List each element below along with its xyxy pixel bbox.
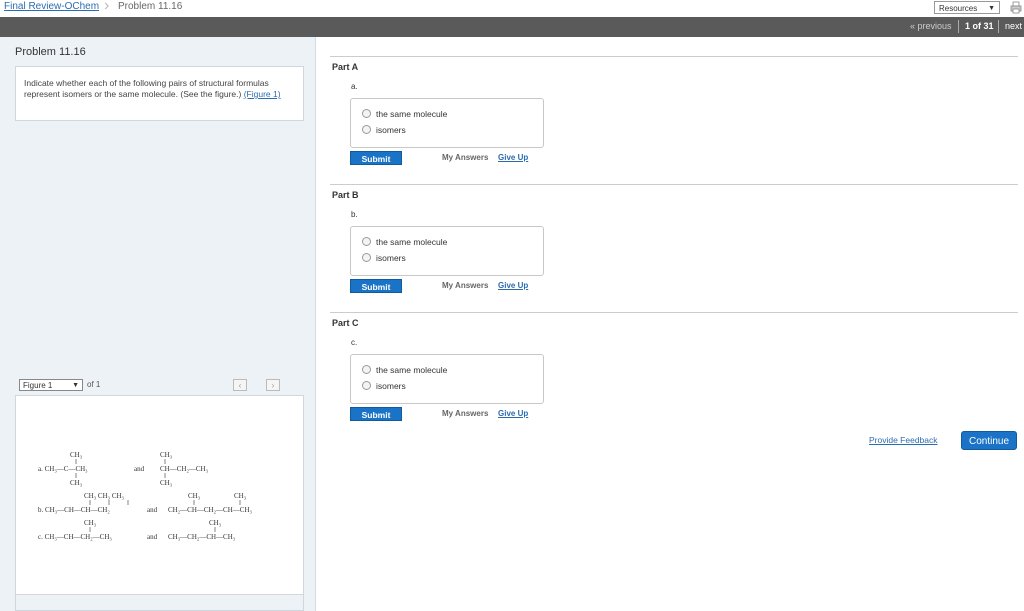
- formula-c-and: and: [147, 533, 158, 541]
- part-b-choices: the same molecule isomers: [350, 226, 544, 276]
- structural-formulas-figure: CH₃ a. CH₃—C—CH₃ CH₃ and CH₃ CH—CH₂—CH₃ …: [38, 451, 253, 541]
- radio-icon[interactable]: [362, 253, 371, 262]
- figure-select-value: Figure 1: [23, 381, 53, 390]
- radio-icon[interactable]: [362, 237, 371, 246]
- radio-icon[interactable]: [362, 125, 371, 134]
- nav-divider: [998, 20, 999, 33]
- part-b-letter: b.: [351, 210, 358, 219]
- part-a-choices: the same molecule isomers: [350, 98, 544, 148]
- item-counter: 1 of 31: [965, 21, 994, 31]
- formula-a-top-left: CH₃: [70, 451, 83, 459]
- radio-icon[interactable]: [362, 109, 371, 118]
- nav-bar: « previous 1 of 31 next: [0, 17, 1024, 37]
- part-c-submit-button[interactable]: Submit: [350, 407, 402, 421]
- formula-b-and: and: [147, 506, 158, 514]
- chevron-down-icon: ▼: [988, 5, 995, 12]
- formula-a-bottom-right: CH₃: [160, 479, 173, 487]
- figure-prev-button[interactable]: ‹: [233, 379, 247, 391]
- option-label: isomers: [376, 125, 406, 135]
- formula-b-main-right: CH₂—CH—CH₂—CH—CH₃: [168, 506, 253, 514]
- formula-a-top-right: CH₃: [160, 451, 173, 459]
- part-divider: [330, 56, 1018, 57]
- problem-panel: Problem 11.16 Indicate whether each of t…: [0, 37, 316, 611]
- option-label: isomers: [376, 381, 406, 391]
- formula-c-main-right: CH₃—CH₂—CH—CH₃: [168, 533, 236, 541]
- problem-text: Indicate whether each of the following p…: [24, 78, 296, 100]
- previous-link[interactable]: « previous: [910, 21, 952, 31]
- option-label: isomers: [376, 253, 406, 263]
- resources-dropdown[interactable]: Resources ▼: [934, 1, 1000, 14]
- option-label: the same molecule: [376, 237, 448, 247]
- part-a-option-isomers[interactable]: isomers: [362, 124, 406, 136]
- top-bar: Final Review-OChem › Problem 11.16 Resou…: [0, 0, 1024, 18]
- print-icon[interactable]: [1010, 1, 1022, 14]
- figure-select[interactable]: Figure 1 ▼: [19, 379, 83, 391]
- formula-a-main-left: a. CH₃—C—CH₃: [38, 465, 88, 473]
- figure-viewer: CH₃ a. CH₃—C—CH₃ CH₃ and CH₃ CH—CH₂—CH₃ …: [15, 395, 304, 595]
- option-label: the same molecule: [376, 109, 448, 119]
- part-a-letter: a.: [351, 82, 358, 91]
- figure-count: of 1: [87, 380, 101, 389]
- part-a-submit-button[interactable]: Submit: [350, 151, 402, 165]
- formula-a-main-right: CH—CH₂—CH₃: [160, 465, 209, 473]
- part-a-option-same[interactable]: the same molecule: [362, 108, 447, 120]
- breadcrumb-parent-link[interactable]: Final Review-OChem: [4, 1, 99, 12]
- radio-icon[interactable]: [362, 381, 371, 390]
- chevron-down-icon: ▼: [72, 382, 79, 389]
- problem-title: Problem 11.16: [15, 46, 86, 58]
- figure-caption-area: [15, 595, 304, 611]
- part-divider: [330, 312, 1018, 313]
- figure-link[interactable]: (Figure 1): [244, 89, 281, 99]
- problem-statement-box: Indicate whether each of the following p…: [15, 66, 304, 121]
- next-link[interactable]: next: [1005, 21, 1022, 31]
- part-b-submit-button[interactable]: Submit: [350, 279, 402, 293]
- breadcrumb-chevron-icon: ›: [104, 0, 110, 14]
- chevron-right-icon: ›: [271, 381, 275, 390]
- formula-b-top-right: CH₃: [234, 492, 247, 500]
- part-b-my-answers: My Answers: [442, 281, 489, 290]
- continue-button[interactable]: Continue: [961, 431, 1017, 450]
- part-a-give-up-link[interactable]: Give Up: [498, 153, 528, 162]
- part-c-title: Part C: [332, 318, 359, 328]
- part-c-give-up-link[interactable]: Give Up: [498, 409, 528, 418]
- part-c-option-same[interactable]: the same molecule: [362, 364, 447, 376]
- formula-b-main-left: b. CH₃—CH—CH—CH₂: [38, 506, 110, 514]
- formula-c-top-right: CH₃: [209, 519, 222, 527]
- part-c-my-answers: My Answers: [442, 409, 489, 418]
- formula-b-top-left: CH₃ CH₃ CH₃: [84, 492, 125, 500]
- formula-c-main-left: c. CH₃—CH—CH₂—CH₃: [38, 533, 112, 541]
- chevron-left-icon: ‹: [238, 381, 242, 390]
- part-c-option-isomers[interactable]: isomers: [362, 380, 406, 392]
- formula-a-bottom-left: CH₃: [70, 479, 83, 487]
- part-a-title: Part A: [332, 62, 359, 72]
- resources-label: Resources: [939, 4, 978, 13]
- part-divider: [330, 184, 1018, 185]
- part-b-option-isomers[interactable]: isomers: [362, 252, 406, 264]
- formula-a-and: and: [134, 465, 145, 473]
- provide-feedback-link[interactable]: Provide Feedback: [869, 435, 938, 445]
- part-a-my-answers: My Answers: [442, 153, 489, 162]
- breadcrumb-current: Problem 11.16: [118, 1, 183, 12]
- part-b-give-up-link[interactable]: Give Up: [498, 281, 528, 290]
- problem-statement: Indicate whether each of the following p…: [24, 78, 269, 99]
- part-c-choices: the same molecule isomers: [350, 354, 544, 404]
- formula-b-top-mid: CH₃: [188, 492, 201, 500]
- option-label: the same molecule: [376, 365, 448, 375]
- radio-icon[interactable]: [362, 365, 371, 374]
- part-b-title: Part B: [332, 190, 359, 200]
- part-b-option-same[interactable]: the same molecule: [362, 236, 447, 248]
- nav-divider: [958, 20, 959, 33]
- formula-c-top-left: CH₃: [84, 519, 97, 527]
- part-c-letter: c.: [351, 338, 358, 347]
- figure-next-button[interactable]: ›: [266, 379, 280, 391]
